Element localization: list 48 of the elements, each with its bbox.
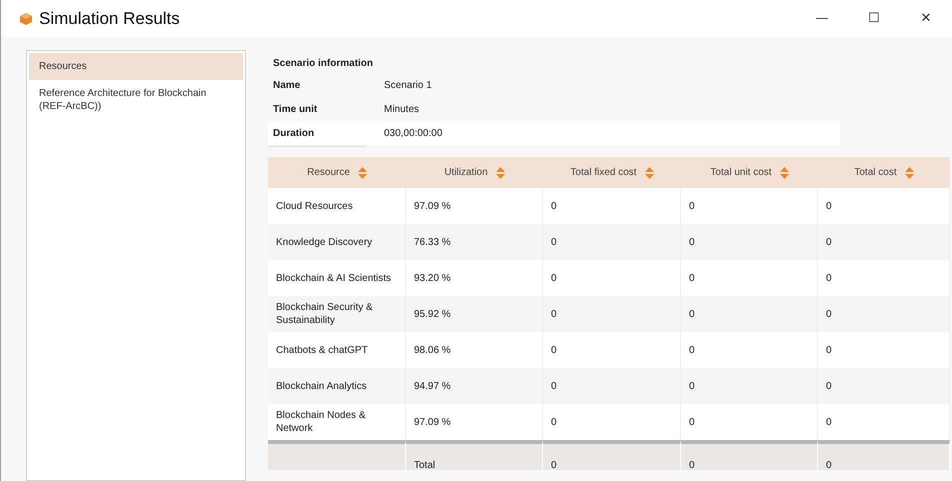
total-value: 0 xyxy=(826,459,832,472)
table-cell: Cloud Resources xyxy=(268,188,406,224)
field-label: Time unit xyxy=(272,104,318,114)
table-cell: 98.06 % xyxy=(406,332,543,368)
sort-icon[interactable] xyxy=(780,166,789,178)
field-value: Minutes xyxy=(384,104,420,114)
table-cell: 0 xyxy=(543,404,681,440)
table-cell: 0 xyxy=(543,188,681,224)
table-cell: 0 xyxy=(818,332,950,368)
table-cell: Blockchain Nodes & Network xyxy=(268,404,406,440)
table-cell: Blockchain & AI Scientists xyxy=(268,260,406,296)
table-cell: 0 xyxy=(818,188,950,224)
sidebar-item[interactable]: Resources xyxy=(29,53,243,80)
total-label: Total xyxy=(414,459,436,472)
minimize-button[interactable]: — xyxy=(796,0,848,37)
table-cell: 0 xyxy=(681,260,818,296)
table-cell: Chatbots & chatGPT xyxy=(268,332,406,368)
column-header[interactable]: Total unit cost xyxy=(681,157,818,188)
sort-icon[interactable] xyxy=(644,166,654,178)
field-value: Scenario 1 xyxy=(384,80,432,90)
table-cell: 0 xyxy=(681,188,818,224)
field-value: 030,00:00:00 xyxy=(384,128,442,138)
maximize-button[interactable]: ☐ xyxy=(848,0,900,37)
column-header[interactable]: Utilization xyxy=(406,157,543,188)
table-cell: 0 xyxy=(681,332,818,368)
sidebar-item[interactable]: Reference Architecture for Blockchain (REF-ArcBC)) xyxy=(29,80,243,120)
table-cell: 0 xyxy=(543,332,681,368)
section-heading: Scenario information xyxy=(272,57,374,71)
table-cell: 93.20 % xyxy=(406,260,543,296)
table-cell: 0 xyxy=(543,260,681,296)
table-cell: 97.09 % xyxy=(406,188,543,224)
column-header[interactable]: Total cost xyxy=(818,157,950,188)
sort-icon[interactable] xyxy=(904,166,914,178)
total-value: 0 xyxy=(689,459,695,472)
column-header[interactable]: Resource xyxy=(268,157,406,188)
table-cell: 0 xyxy=(818,404,950,440)
field-label: Duration xyxy=(272,128,316,138)
total-value: 0 xyxy=(551,459,557,472)
table-cell: 0 xyxy=(818,260,950,296)
app-icon xyxy=(19,12,33,26)
table-cell: 97.09 % xyxy=(406,404,543,440)
close-button[interactable]: ✕ xyxy=(900,0,952,37)
column-header[interactable]: Total fixed cost xyxy=(543,157,681,188)
window-title: Simulation Results xyxy=(39,8,181,28)
field-label: Name xyxy=(272,80,302,90)
table-cell: 0 xyxy=(681,404,818,440)
sort-icon[interactable] xyxy=(358,166,367,178)
sort-icon[interactable] xyxy=(496,166,505,178)
